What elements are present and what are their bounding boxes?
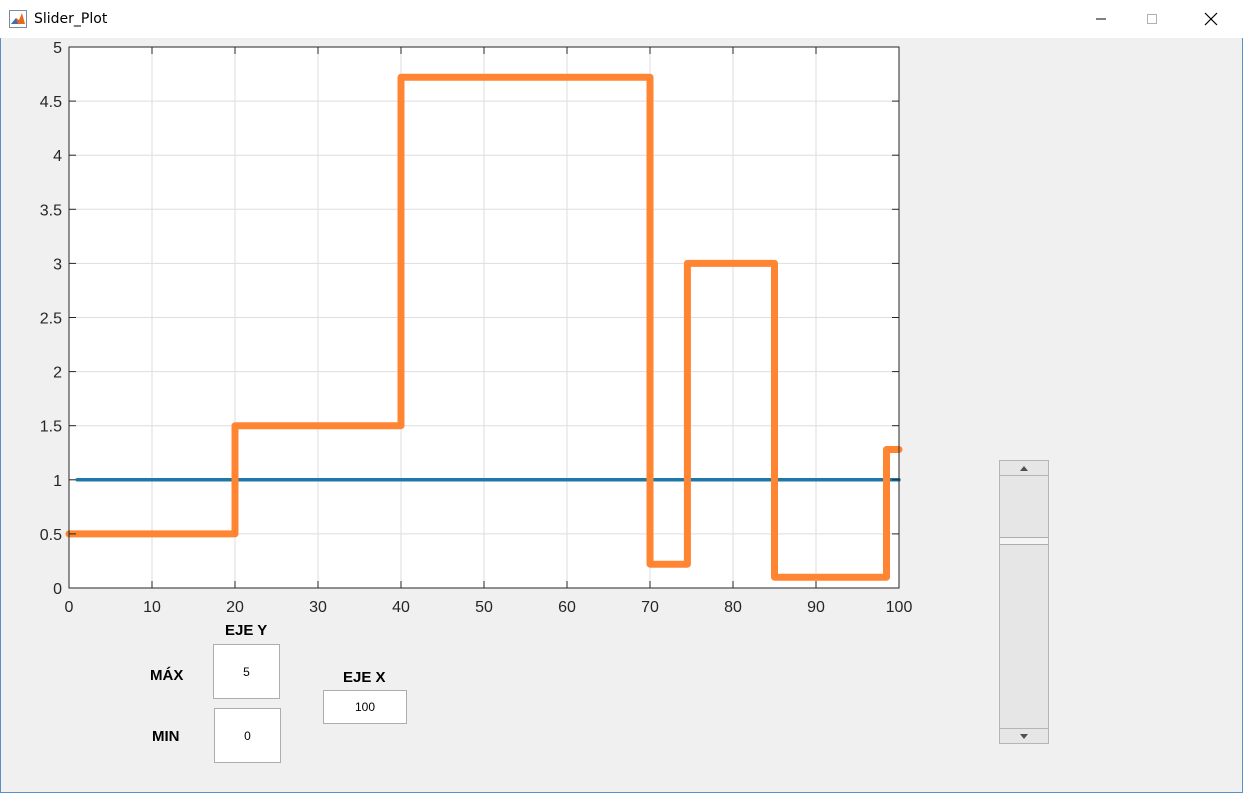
arrow-up-icon: [1020, 465, 1028, 471]
eje-y-label: EJE Y: [225, 622, 268, 639]
title-bar[interactable]: Slider_Plot: [0, 0, 1243, 38]
y-tick-label: 0: [53, 581, 62, 598]
close-button[interactable]: [1188, 0, 1234, 38]
x-tick-label: 50: [475, 599, 493, 616]
x-tick-label: 80: [724, 599, 742, 616]
minimize-button[interactable]: [1078, 0, 1124, 38]
y-tick-label: 3.5: [40, 202, 62, 219]
y-min-input[interactable]: [214, 708, 281, 763]
y-tick-label: 2.5: [40, 311, 62, 328]
x-tick-label: 90: [807, 599, 825, 616]
y-tick-label: 4.5: [40, 94, 62, 111]
x-tick-label: 40: [392, 599, 410, 616]
arrow-down-icon: [1020, 733, 1028, 739]
x-tick-label: 20: [226, 599, 244, 616]
y-tick-label: 4: [53, 148, 62, 165]
matlab-icon: [9, 10, 27, 28]
maximize-button[interactable]: [1129, 0, 1175, 38]
slider-down-button[interactable]: [1000, 728, 1048, 743]
max-label: MÁX: [150, 667, 184, 684]
maximize-icon: [1147, 14, 1157, 24]
close-icon: [1204, 12, 1218, 26]
x-max-input[interactable]: [323, 690, 407, 724]
x-tick-label: 30: [309, 599, 327, 616]
y-tick-label: 3: [53, 256, 62, 273]
vertical-slider[interactable]: [999, 460, 1049, 744]
y-max-input[interactable]: [213, 644, 280, 699]
x-tick-label: 0: [65, 599, 74, 616]
minimize-icon: [1096, 18, 1106, 20]
slider-thumb[interactable]: [1000, 537, 1048, 545]
y-tick-label: 1.5: [40, 419, 62, 436]
x-tick-label: 60: [558, 599, 576, 616]
line-plot: 0 10 20 30 40 50 60 70 80 90 100 0 0.5 1 1.5 2 2.5 3 3.5 4 4…: [40, 40, 913, 616]
y-tick-label: 2: [53, 365, 62, 382]
x-tick-label: 70: [641, 599, 659, 616]
x-tick-label: 100: [886, 599, 913, 616]
eje-x-label: EJE X: [343, 669, 386, 686]
x-tick-label: 10: [143, 599, 161, 616]
y-tick-label: 5: [53, 40, 62, 57]
y-tick-label: 0.5: [40, 527, 62, 544]
min-label: MIN: [152, 728, 180, 745]
window-title: Slider_Plot: [34, 11, 108, 27]
slider-up-button[interactable]: [1000, 461, 1048, 476]
y-tick-label: 1: [53, 473, 62, 490]
